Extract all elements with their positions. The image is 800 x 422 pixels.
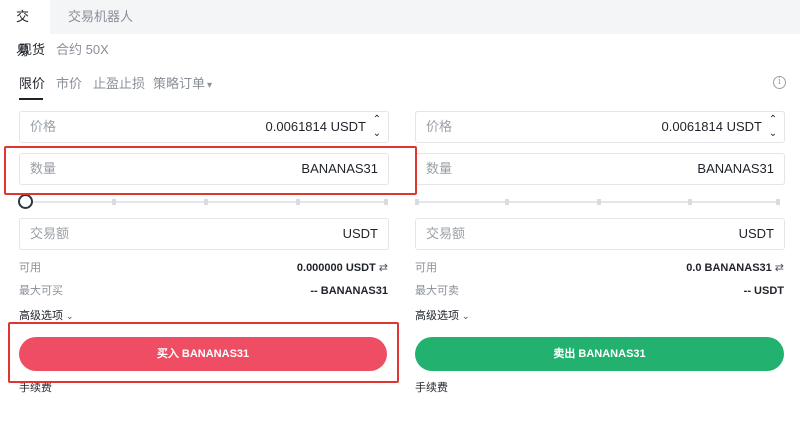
order-type-stop[interactable]: 止盈止损 (93, 76, 145, 92)
buy-price-value[interactable]: 0.0061814 USDT (266, 112, 366, 142)
top-tab-bar: 交易 交易机器人 (0, 0, 800, 58)
slider-tick[interactable] (384, 199, 388, 205)
buy-advanced-label: 高级选项 (19, 310, 63, 322)
order-type-strategy[interactable]: 策略订单 ▾ (153, 76, 212, 94)
chevron-down-icon: ⌄ (462, 311, 470, 321)
buy-quantity-value[interactable]: BANANAS31 (301, 154, 378, 184)
sell-quantity-label: 数量 (426, 161, 453, 176)
order-type-limit[interactable]: 限价 (19, 76, 45, 92)
sell-quantity-field[interactable]: 数量 BANANAS31 (415, 153, 785, 185)
sell-price-value[interactable]: 0.0061814 USDT (662, 112, 762, 142)
sell-price-stepper[interactable]: ⌃ ⌄ (766, 113, 780, 141)
sell-max-value: -- USDT (743, 285, 784, 297)
buy-quantity-label: 数量 (30, 161, 57, 176)
tab-trade[interactable]: 交易 (0, 0, 50, 58)
sell-button[interactable]: 卖出 BANANAS31 (415, 337, 784, 371)
slider-tick[interactable] (415, 199, 419, 205)
sell-amount-field[interactable]: 交易额 USDT (415, 218, 785, 250)
buy-fee-label[interactable]: 手续费 (19, 381, 52, 395)
sell-amount-label: 交易额 (426, 226, 466, 241)
order-type-strategy-label: 策略订单 (153, 76, 206, 91)
swap-icon[interactable]: ⇄ (775, 262, 784, 274)
buy-amount-value[interactable]: USDT (343, 219, 378, 249)
stepper-down-icon[interactable]: ⌄ (766, 127, 780, 141)
buy-available-label: 可用 (19, 262, 41, 274)
order-type-active-indicator (19, 98, 43, 100)
slider-tick[interactable] (204, 199, 208, 205)
slider-tick[interactable] (112, 199, 116, 205)
buy-amount-label: 交易额 (30, 226, 70, 241)
slider-tick[interactable] (505, 199, 509, 205)
chevron-down-icon: ⌄ (66, 311, 74, 321)
slider-tick[interactable] (776, 199, 780, 205)
buy-slider-handle[interactable] (18, 194, 33, 209)
buy-price-label: 价格 (30, 119, 57, 134)
account-type-spot[interactable]: 现货 (19, 42, 45, 58)
order-type-market[interactable]: 市价 (56, 76, 82, 92)
stepper-up-icon[interactable]: ⌃ (370, 113, 384, 127)
slider-tick[interactable] (688, 199, 692, 205)
account-type-futures[interactable]: 合约 50X (56, 42, 109, 58)
slider-tick[interactable] (296, 199, 300, 205)
buy-price-stepper[interactable]: ⌃ ⌄ (370, 113, 384, 141)
sell-advanced-options[interactable]: 高级选项 ⌄ (415, 309, 470, 323)
swap-icon[interactable]: ⇄ (379, 262, 388, 274)
info-icon[interactable]: i (773, 76, 786, 89)
sell-price-label: 价格 (426, 119, 453, 134)
tab-trading-robot[interactable]: 交易机器人 (68, 0, 133, 34)
buy-quantity-field[interactable]: 数量 BANANAS31 (19, 153, 389, 185)
buy-price-field[interactable]: 价格 0.0061814 USDT ⌃ ⌄ (19, 111, 389, 143)
buy-max-label: 最大可买 (19, 285, 63, 297)
slider-tick[interactable] (597, 199, 601, 205)
stepper-down-icon[interactable]: ⌄ (370, 127, 384, 141)
sell-price-field[interactable]: 价格 0.0061814 USDT ⌃ ⌄ (415, 111, 785, 143)
buy-max-value: -- BANANAS31 (310, 285, 388, 297)
buy-advanced-options[interactable]: 高级选项 ⌄ (19, 309, 74, 323)
sell-available-amount: 0.0 BANANAS31 (686, 262, 772, 274)
sell-available-label: 可用 (415, 262, 437, 274)
sell-fee-label[interactable]: 手续费 (415, 381, 448, 395)
chevron-down-icon: ▾ (207, 80, 213, 91)
buy-available-value: 0.000000 USDT ⇄ (297, 261, 388, 275)
sell-advanced-label: 高级选项 (415, 310, 459, 322)
buy-button[interactable]: 买入 BANANAS31 (19, 337, 387, 371)
sell-max-label: 最大可卖 (415, 285, 459, 297)
sell-quantity-value[interactable]: BANANAS31 (697, 154, 774, 184)
sell-available-value: 0.0 BANANAS31 ⇄ (686, 261, 784, 275)
sell-amount-value[interactable]: USDT (739, 219, 774, 249)
stepper-up-icon[interactable]: ⌃ (766, 113, 780, 127)
buy-available-amount: 0.000000 USDT (296, 262, 376, 274)
buy-amount-field[interactable]: 交易额 USDT (19, 218, 389, 250)
